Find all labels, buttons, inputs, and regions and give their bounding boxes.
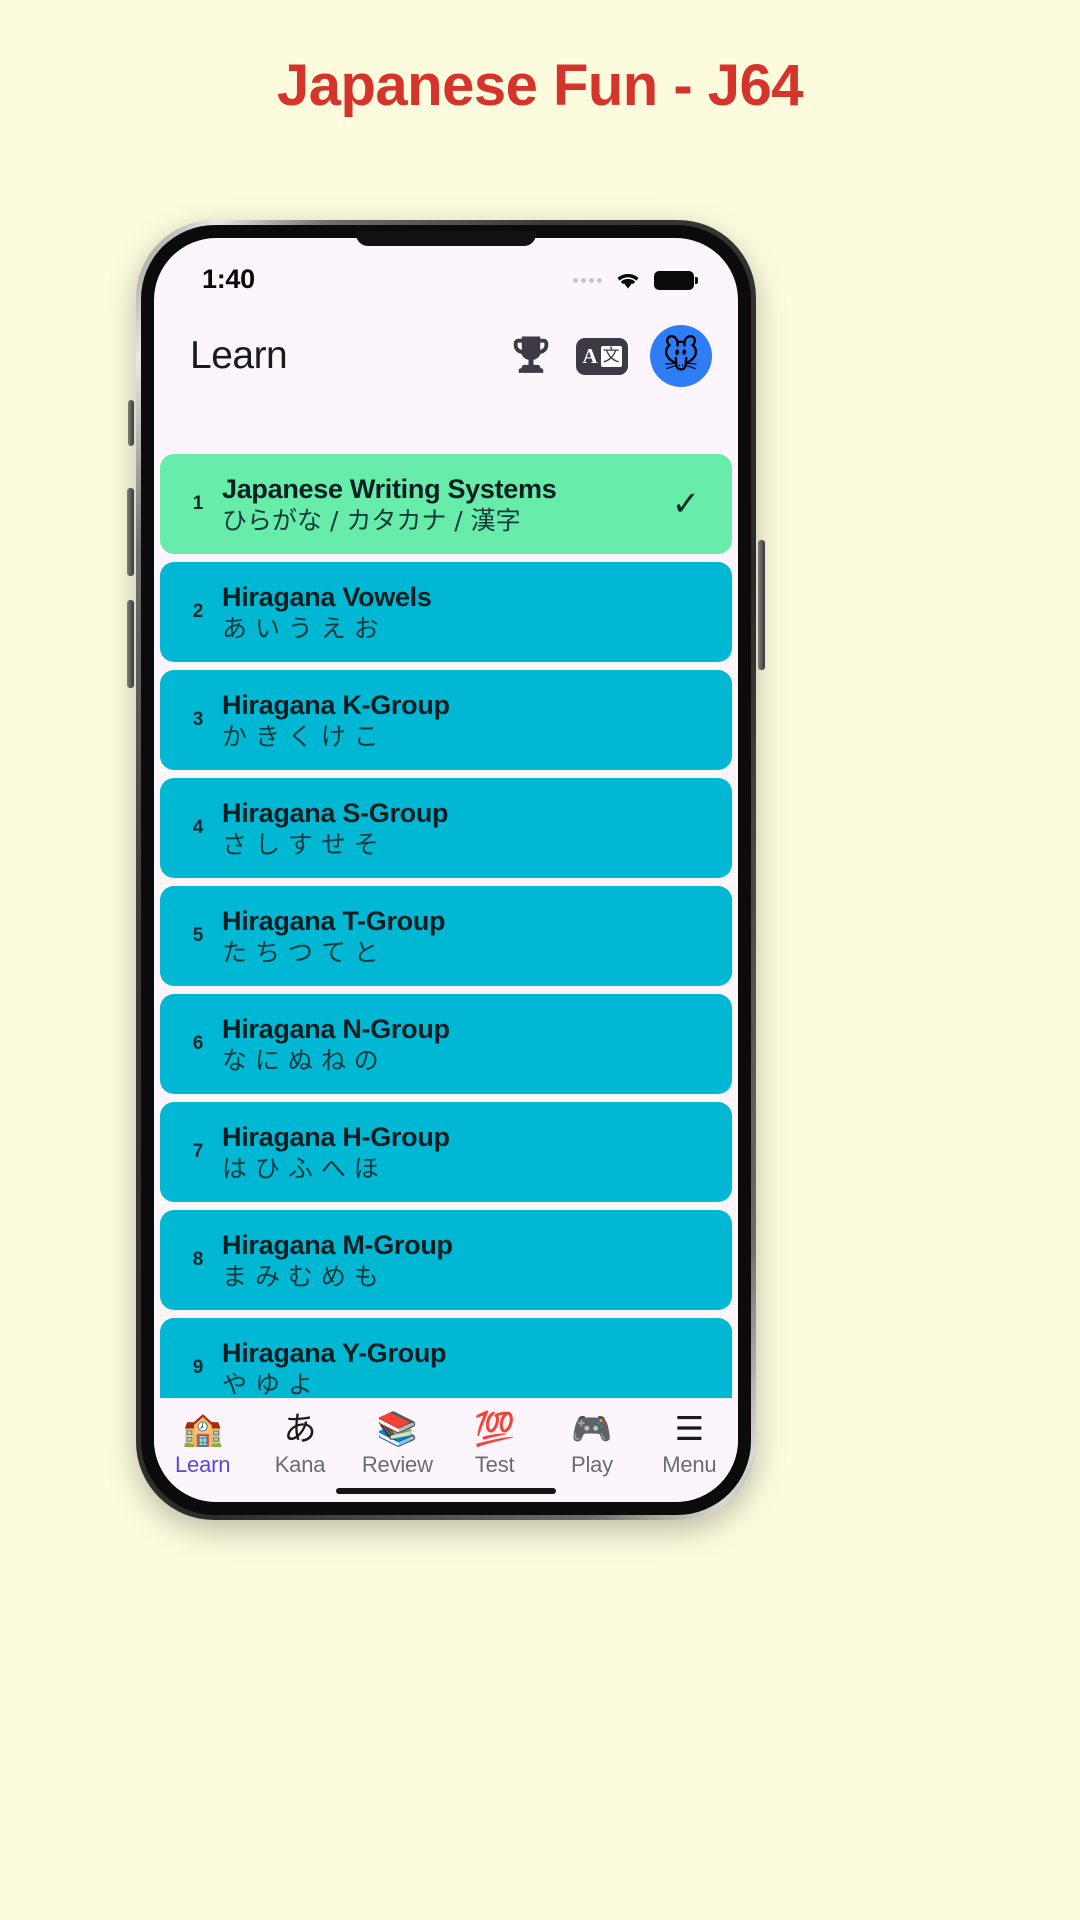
lesson-card[interactable]: 8Hiragana M-Groupま み む め も✓ [160, 1210, 732, 1310]
battery-icon [654, 270, 698, 290]
lesson-title: Hiragana Vowels [222, 581, 432, 612]
tab-learn[interactable]: 🏫 Learn [154, 1409, 251, 1478]
lesson-text: Japanese Writing Systems ひらがな / カタカナ / 漢字 [222, 474, 666, 535]
lesson-card[interactable]: 5Hiragana T-Groupた ち つ て と✓ [160, 886, 732, 986]
lesson-card[interactable]: 2Hiragana Vowelsあ い う え お✓ [160, 562, 732, 662]
lesson-card[interactable]: 1 Japanese Writing Systems ひらがな / カタカナ / 漢… [160, 454, 732, 554]
lesson-subtitle: な に ぬ ね の [222, 1045, 379, 1075]
lesson-title: Hiragana N-Group [222, 1013, 450, 1044]
lesson-subtitle: や ゆ よ [222, 1369, 313, 1398]
lesson-number: 7 [192, 1141, 204, 1162]
lesson-title: Hiragana S-Group [222, 797, 449, 828]
wifi-icon [613, 269, 643, 291]
header-spacer [154, 402, 738, 454]
tab-label: Play [570, 1452, 613, 1477]
dynamic-island [356, 231, 536, 246]
lesson-text: Hiragana Y-Group や ゆ よ [222, 1338, 666, 1398]
lesson-subtitle: は ひ ふ へ ほ [222, 1153, 379, 1183]
lesson-title: Hiragana H-Group [222, 1121, 450, 1152]
home-indicator[interactable] [336, 1488, 556, 1494]
lesson-text: Hiragana Vowels あ い う え お [222, 582, 666, 643]
lesson-text: Hiragana T-Group た ち つ て と [222, 906, 666, 967]
game-controller-icon: 🎮 [571, 1408, 613, 1448]
tab-label: Kana [274, 1452, 326, 1477]
app-header: Learn A 文 🐭 [154, 310, 738, 402]
signal-dots-icon [573, 277, 602, 283]
lesson-title: Hiragana K-Group [222, 689, 450, 720]
header-actions: A 文 🐭 [508, 325, 712, 387]
translate-japanese-glyph: 文 [600, 345, 622, 367]
lesson-card[interactable]: 7Hiragana H-Groupは ひ ふ へ ほ✓ [160, 1102, 732, 1202]
status-indicators [573, 264, 698, 291]
hamburger-menu-icon: ☰ [674, 1408, 705, 1448]
lesson-subtitle: さ し す せ そ [222, 829, 379, 859]
tab-play[interactable]: 🎮 Play [543, 1409, 640, 1478]
tab-label: Test [474, 1452, 515, 1477]
tab-review[interactable]: 📚 Review [349, 1409, 446, 1478]
tab-kana[interactable]: あ Kana [251, 1409, 348, 1478]
lesson-text: Hiragana K-Group か き く け こ [222, 690, 666, 751]
lesson-completed-check-icon: ✓ [671, 485, 701, 523]
lesson-number: 1 [192, 493, 204, 514]
lesson-list[interactable]: 1 Japanese Writing Systems ひらがな / カタカナ / 漢… [154, 454, 738, 1398]
school-icon: 🏫 [182, 1408, 224, 1448]
translate-icon[interactable]: A 文 [576, 337, 628, 375]
status-time: 1:40 [202, 264, 255, 294]
page-header-title: Learn [190, 334, 288, 377]
tab-label: Menu [662, 1452, 717, 1477]
lesson-subtitle: あ い う え お [222, 613, 379, 643]
books-icon: 📚 [376, 1408, 418, 1448]
lesson-card[interactable]: 6Hiragana N-Groupな に ぬ ね の✓ [160, 994, 732, 1094]
lesson-title: Hiragana T-Group [222, 905, 446, 936]
avatar-emoji: 🐭 [662, 335, 700, 377]
lesson-card[interactable]: 4Hiragana S-Groupさ し す せ そ✓ [160, 778, 732, 878]
phone-frame: 1:40 Learn A 文 🐭 1 Japanese Writing Syst… [127, 220, 765, 1520]
lesson-subtitle: ま み む め も [222, 1261, 379, 1291]
translate-latin-glyph: A [582, 343, 598, 368]
lesson-title: Hiragana M-Group [222, 1229, 453, 1260]
lesson-subtitle: ひらがな / カタカナ / 漢字 [222, 505, 521, 535]
tab-label: Review [361, 1452, 433, 1477]
page-title: Japanese Fun - J64 [276, 53, 804, 118]
phone-screen: 1:40 Learn A 文 🐭 1 Japanese Writing Syst… [154, 238, 738, 1502]
lesson-number: 5 [192, 925, 204, 946]
volume-up-button[interactable] [127, 488, 134, 576]
lesson-card[interactable]: 3Hiragana K-Groupか き く け こ✓ [160, 670, 732, 770]
tab-test[interactable]: 💯 Test [446, 1409, 543, 1478]
lesson-number: 9 [192, 1357, 204, 1378]
lesson-subtitle: か き く け こ [222, 721, 379, 751]
tab-bar: 🏫 Learn あ Kana 📚 Review 💯 Test 🎮 Play ☰ Menu [154, 1398, 738, 1502]
phone-bezel: 1:40 Learn A 文 🐭 1 Japanese Writing Syst… [141, 225, 751, 1515]
lesson-subtitle: た ち つ て と [222, 937, 379, 967]
lesson-number: 2 [192, 601, 204, 622]
status-bar: 1:40 [154, 238, 738, 310]
lesson-number: 8 [192, 1249, 204, 1270]
lesson-number: 4 [192, 817, 204, 838]
power-button[interactable] [758, 540, 765, 670]
volume-down-button[interactable] [127, 600, 134, 688]
lesson-number: 6 [192, 1033, 204, 1054]
hundred-points-icon: 💯 [474, 1408, 516, 1448]
lesson-title: Japanese Writing Systems [222, 473, 557, 504]
lesson-text: Hiragana S-Group さ し す せ そ [222, 798, 666, 859]
lesson-text: Hiragana M-Group ま み む め も [222, 1230, 666, 1291]
lesson-title: Hiragana Y-Group [222, 1337, 447, 1368]
trophy-icon[interactable] [508, 333, 554, 379]
avatar[interactable]: 🐭 [650, 325, 712, 387]
lesson-text: Hiragana N-Group な に ぬ ね の [222, 1014, 666, 1075]
lesson-number: 3 [192, 709, 204, 730]
lesson-card[interactable]: 9Hiragana Y-Groupや ゆ よ✓ [160, 1318, 732, 1398]
lesson-text: Hiragana H-Group は ひ ふ へ ほ [222, 1122, 666, 1183]
mute-switch[interactable] [128, 400, 134, 446]
tab-menu[interactable]: ☰ Menu [641, 1409, 738, 1478]
kana-icon: あ [283, 1408, 317, 1448]
tab-label: Learn [175, 1452, 231, 1477]
